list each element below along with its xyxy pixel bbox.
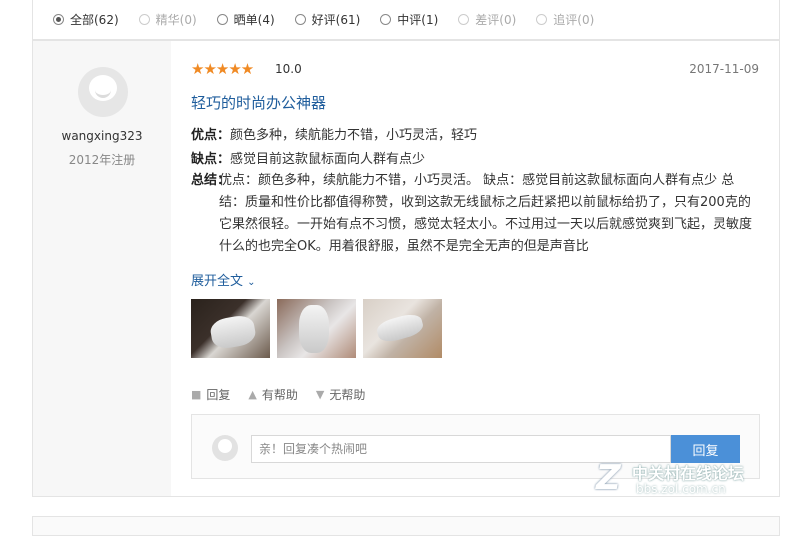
unhelpful-action[interactable]: ▼ 无帮助 xyxy=(316,386,365,403)
radio-icon[interactable] xyxy=(458,14,470,25)
review-actions: ■ 回复 ▲ 有帮助 ▼ 无帮助 xyxy=(191,386,383,403)
radio-icon[interactable] xyxy=(53,14,64,25)
star-rating-icon: ★★★★★ xyxy=(191,60,254,78)
rating-score: 10.0 xyxy=(275,62,302,76)
next-review-card xyxy=(32,516,780,536)
radio-icon[interactable] xyxy=(380,14,392,25)
pros-text: 颜色多种，续航能力不错，小巧灵活，轻巧 xyxy=(230,128,478,143)
filter-photos[interactable]: 晒单(4) xyxy=(216,11,275,28)
review-date: 2017-11-09 xyxy=(689,62,759,76)
review-photo[interactable] xyxy=(277,299,356,358)
username[interactable]: wangxing323 xyxy=(33,129,171,143)
filter-neutral[interactable]: 中评(1) xyxy=(380,11,438,28)
cons-line: 缺点：感觉目前这款鼠标面向人群有点少 xyxy=(191,148,425,167)
filter-negative[interactable]: 差评(0) xyxy=(458,11,516,28)
radio-icon[interactable] xyxy=(216,14,228,25)
expand-full-text-link[interactable]: 展开全文 ⌄ xyxy=(191,270,256,289)
radio-icon[interactable] xyxy=(536,14,548,25)
mouse-image xyxy=(208,313,258,351)
filter-positive[interactable]: 好评(61) xyxy=(294,11,361,28)
mouse-image xyxy=(299,305,329,353)
filter-label: 全部(62) xyxy=(70,13,119,27)
cons-text: 感觉目前这款鼠标面向人群有点少 xyxy=(230,152,426,167)
review-title[interactable]: 轻巧的时尚办公神器 xyxy=(191,92,326,113)
filter-label: 追评(0) xyxy=(553,13,595,27)
radio-icon[interactable] xyxy=(138,14,150,25)
watermark-name: 中关村在线论坛 xyxy=(632,464,745,483)
avatar xyxy=(212,435,238,461)
cons-label: 缺点： xyxy=(191,152,231,167)
filter-followup[interactable]: 追评(0) xyxy=(536,11,594,28)
filter-label: 中评(1) xyxy=(397,13,439,27)
filter-label: 差评(0) xyxy=(475,13,517,27)
avatar[interactable] xyxy=(78,67,128,117)
review-photo[interactable] xyxy=(191,299,270,358)
reviewer-panel: wangxing323 2012年注册 xyxy=(33,41,171,496)
filter-featured[interactable]: 精华(0) xyxy=(138,11,197,28)
review-filter-bar: 全部(62) 精华(0) 晒单(4) 好评(61) 中评(1) 差评(0) 追评… xyxy=(32,0,780,40)
filter-label: 好评(61) xyxy=(311,13,361,27)
helpful-action-label: 有帮助 xyxy=(261,388,298,402)
registration-date: 2012年注册 xyxy=(68,153,136,167)
reply-action-label: 回复 xyxy=(206,388,231,402)
reply-action[interactable]: ■ 回复 xyxy=(191,386,230,403)
filter-all[interactable]: 全部(62) xyxy=(53,11,119,28)
mouse-image xyxy=(374,311,426,345)
comment-icon: ■ xyxy=(191,388,202,401)
watermark-z-icon: Z xyxy=(596,458,621,498)
review-photo[interactable] xyxy=(363,299,442,358)
thumbs-up-icon: ▲ xyxy=(248,388,257,401)
filter-label: 精华(0) xyxy=(155,13,197,27)
helpful-action[interactable]: ▲ 有帮助 xyxy=(248,386,297,403)
avatar-face-icon xyxy=(218,439,232,453)
chevron-down-icon: ⌄ xyxy=(247,277,256,288)
pros-label: 优点： xyxy=(191,128,231,143)
summary-text: 优点：颜色多种，续航能力不错，小巧灵活。 缺点：感觉目前这款鼠标面向人群有点少 … xyxy=(219,173,753,254)
review-card: wangxing323 2012年注册 ★★★★★ 10.0 2017-11-0… xyxy=(32,40,780,497)
filter-label: 晒单(4) xyxy=(233,13,275,27)
expand-label: 展开全文 xyxy=(191,274,244,289)
unhelpful-action-label: 无帮助 xyxy=(329,388,366,402)
watermark-logo: Z 中关村在线论坛 bbs.zol.com.cn xyxy=(596,458,796,502)
radio-icon[interactable] xyxy=(294,14,306,25)
thumbs-down-icon: ▼ xyxy=(315,388,325,401)
watermark-url: bbs.zol.com.cn xyxy=(636,482,726,496)
pros-line: 优点：颜色多种，续航能力不错，小巧灵活，轻巧 xyxy=(191,124,477,143)
